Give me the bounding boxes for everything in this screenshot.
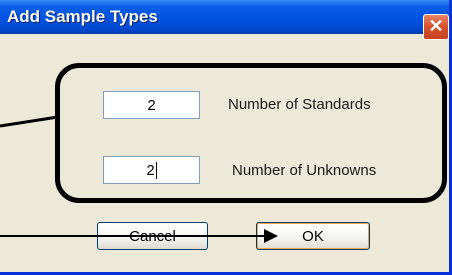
annotation-pointers [0,115,278,243]
annotation-leader-line [0,115,59,128]
dialog-window: Add Sample Types ✕ 2 Number of Standards… [0,0,452,275]
annotation-arrowhead [264,229,278,243]
